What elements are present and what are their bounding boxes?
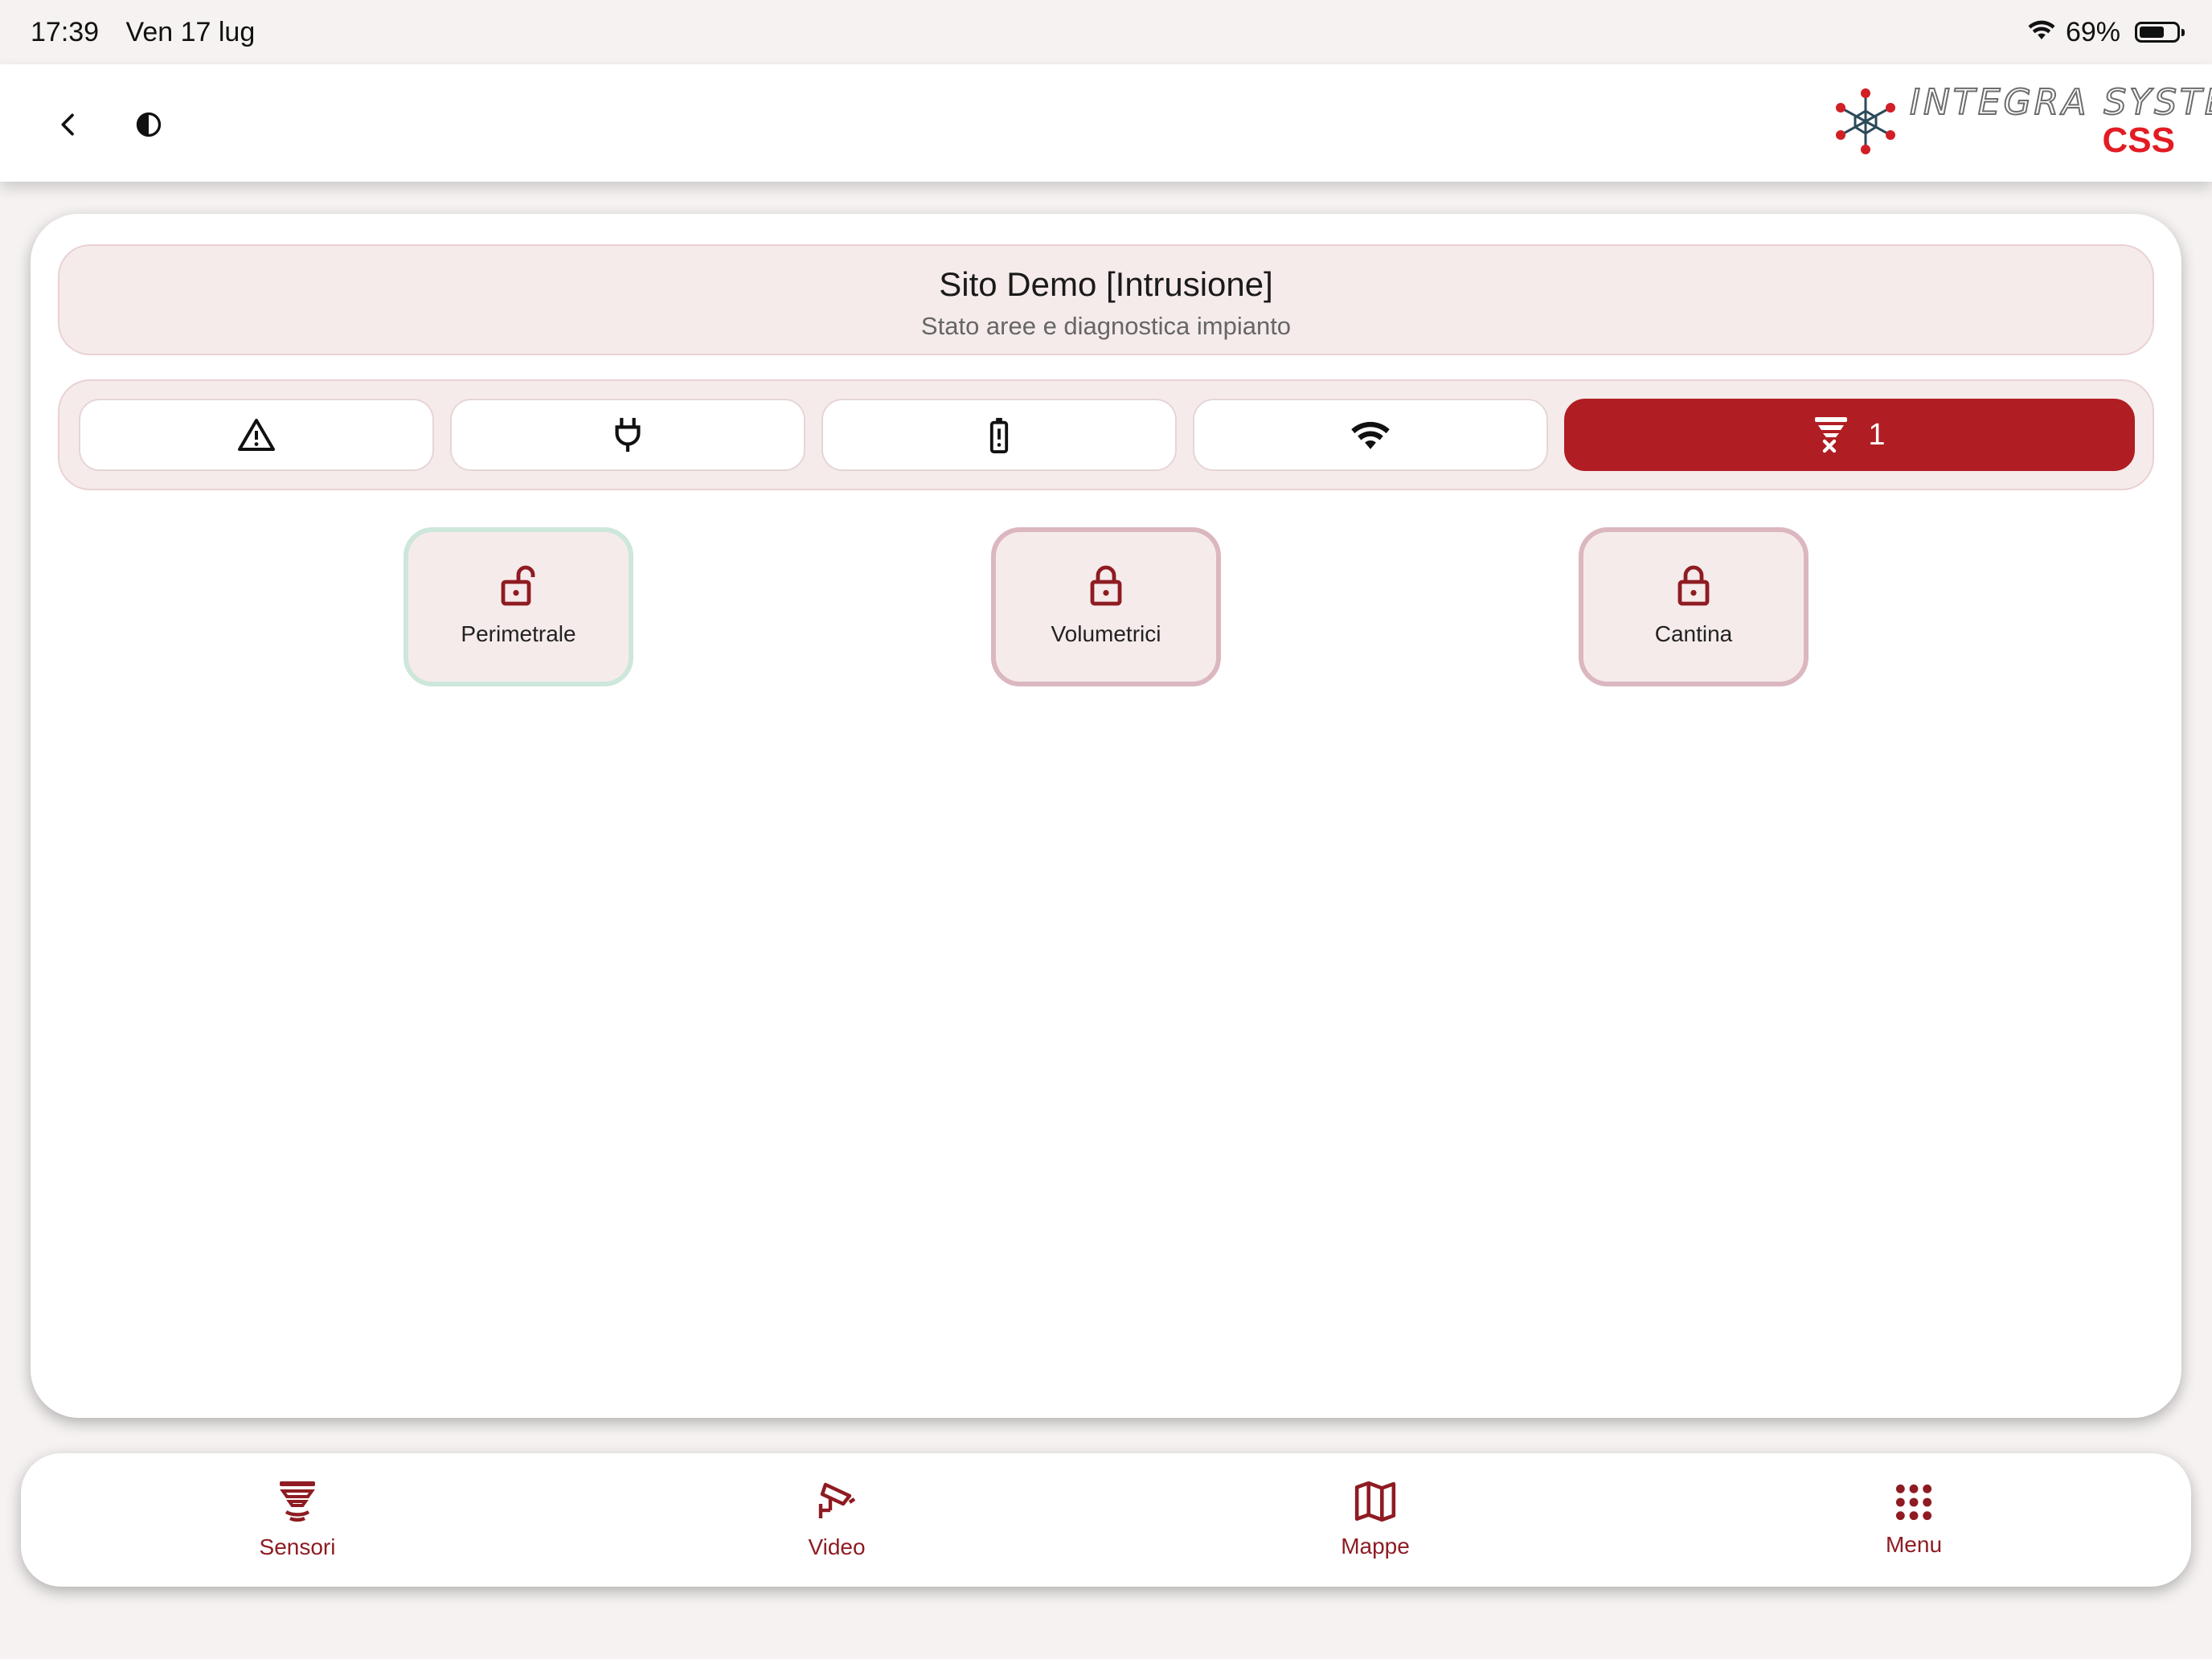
nav-item-sensori[interactable]: Sensori	[177, 1453, 418, 1587]
grid-dots-icon	[1895, 1484, 1932, 1521]
top-bar: INTEGRA SYSTEM CSS	[0, 64, 2212, 182]
sensor-icon	[280, 1481, 315, 1522]
chevron-left-icon	[61, 113, 74, 136]
nav-label: Menu	[1885, 1532, 1943, 1557]
battery-fill	[2140, 27, 2165, 38]
filter-warnings-button[interactable]	[79, 399, 434, 471]
map-icon	[1354, 1481, 1396, 1522]
logo-text: INTEGRA SYSTEM	[1909, 81, 2212, 124]
battery-percent: 69%	[2065, 16, 2120, 47]
diagnostic-filter-bar: 1	[58, 379, 2154, 490]
cctv-camera-icon	[818, 1482, 856, 1518]
status-left: 17:39 Ven 17 lug	[31, 17, 274, 48]
warning-icon	[238, 419, 275, 451]
logo-sub: CSS	[2102, 121, 2175, 160]
nav-item-menu[interactable]: Menu	[1793, 1453, 2034, 1587]
contrast-icon	[136, 112, 162, 137]
status-date: Ven 17 lug	[125, 16, 256, 47]
back-button[interactable]	[40, 96, 96, 153]
nav-label: Mappe	[1341, 1534, 1410, 1559]
site-title: Sito Demo [Intrusione]	[939, 265, 1273, 303]
area-label: Volumetrici	[1051, 621, 1161, 646]
wifi-icon	[1351, 421, 1390, 449]
battery-icon	[2135, 22, 2185, 43]
status-time: 17:39	[31, 16, 100, 47]
theme-toggle-button[interactable]	[121, 96, 177, 153]
area-label: Cantina	[1654, 621, 1733, 646]
area-tile-cantina[interactable]: Cantina	[1579, 527, 1809, 686]
area-tile-perimetrale[interactable]: Perimetrale	[403, 527, 633, 686]
filter-connection-button[interactable]	[1193, 399, 1548, 471]
sensor-excluded-icon	[1815, 417, 1848, 453]
home-indicator-area	[0, 1608, 2212, 1659]
nav-item-video[interactable]: Video	[716, 1453, 957, 1587]
lock-open-icon	[408, 564, 629, 610]
wifi-status-icon	[2027, 17, 2056, 48]
area-label: Perimetrale	[461, 621, 576, 646]
nav-label: Video	[808, 1534, 866, 1559]
site-header: Sito Demo [Intrusione] Stato aree e diag…	[58, 244, 2154, 355]
plug-icon	[615, 417, 641, 453]
main-card: Sito Demo [Intrusione] Stato aree e diag…	[31, 214, 2181, 1418]
battery-alert-icon	[989, 417, 1009, 453]
site-subtitle: Stato aree e diagnostica impianto	[920, 312, 1292, 340]
nav-item-mappe[interactable]: Mappe	[1255, 1453, 1496, 1587]
network-logo-icon	[1836, 88, 1895, 154]
lock-closed-icon	[1583, 564, 1804, 610]
status-bar: 17:39 Ven 17 lug 69%	[0, 0, 2212, 64]
filter-battery-button[interactable]	[821, 399, 1177, 471]
filter-excluded-sensors-button[interactable]: 1	[1564, 399, 2135, 471]
nav-label: Sensori	[259, 1534, 336, 1559]
integra-system-logo: INTEGRA SYSTEM CSS	[1829, 79, 2212, 167]
excluded-sensors-count: 1	[1868, 417, 1886, 452]
status-right: 69%	[2027, 16, 2185, 48]
area-tile-volumetrici[interactable]: Volumetrici	[991, 527, 1221, 686]
lock-closed-icon	[996, 564, 1216, 610]
filter-power-button[interactable]	[450, 399, 805, 471]
bottom-navigation: Sensori Video Mappe Menu	[21, 1453, 2191, 1587]
